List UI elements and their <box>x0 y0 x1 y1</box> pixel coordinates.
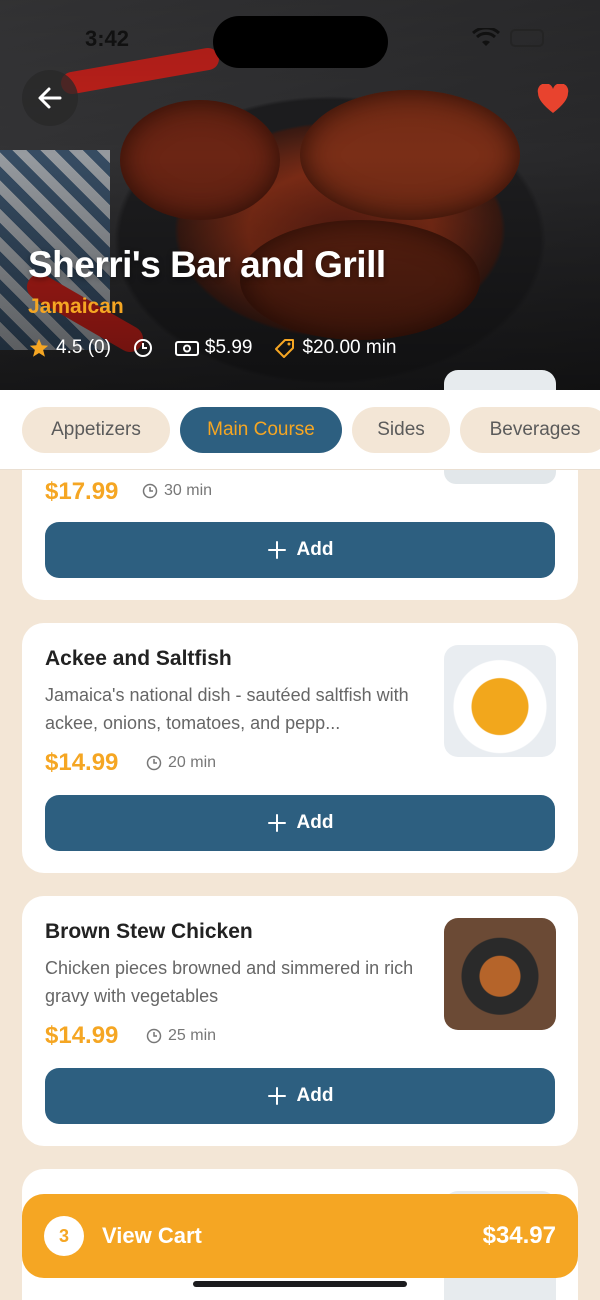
clock-icon <box>142 483 158 499</box>
cart-count-badge: 3 <box>44 1216 84 1256</box>
restaurant-meta: 4.5 (0) $5.99 $20.00 min <box>28 337 418 359</box>
add-button-label: Add <box>296 539 334 560</box>
battery-icon <box>510 29 544 47</box>
tab-appetizers[interactable]: Appetizers <box>22 407 170 453</box>
tab-beverages[interactable]: Beverages <box>460 407 600 453</box>
menu-item-description: Chicken pieces browned and simmered in r… <box>45 958 414 1006</box>
wifi-icon <box>472 28 500 46</box>
clock-icon <box>133 339 152 357</box>
favorite-button[interactable] <box>532 78 574 120</box>
status-icons <box>472 28 544 48</box>
menu-item-card: Ackee and Saltfish Jamaica's national di… <box>22 623 578 873</box>
restaurant-cuisine: Jamaican <box>28 295 124 318</box>
back-button[interactable] <box>22 70 78 126</box>
prep-time: 30 min <box>164 482 213 499</box>
add-button-label: Add <box>296 812 334 833</box>
rating-text: 4.5 (0) <box>56 337 111 358</box>
menu-item-image <box>444 645 556 757</box>
add-button[interactable]: Add <box>45 1068 555 1124</box>
plus-icon <box>267 1087 286 1105</box>
menu-item-title: Ackee and Saltfish <box>45 647 232 670</box>
prep-time: 25 min <box>168 1027 217 1044</box>
cart-label: View Cart <box>102 1223 202 1248</box>
heart-icon <box>537 84 569 113</box>
add-button[interactable]: Add <box>45 795 555 851</box>
restaurant-name: Sherri's Bar and Grill <box>28 244 386 285</box>
clock-icon <box>146 1028 162 1044</box>
cart-total: $34.97 <box>482 1222 556 1249</box>
dynamic-island <box>213 16 388 68</box>
plus-icon <box>267 814 286 832</box>
home-indicator <box>193 1281 407 1287</box>
minimum-order: $20.00 min <box>302 337 397 358</box>
tab-main-course[interactable]: Main Course <box>180 407 342 453</box>
plus-icon <box>267 541 286 559</box>
tag-icon <box>275 339 295 358</box>
delivery-fee: $5.99 <box>204 337 253 358</box>
clock-icon <box>146 755 162 771</box>
menu-item-price: $14.99 <box>45 749 119 776</box>
menu-item-image <box>444 918 556 1030</box>
star-icon <box>29 338 49 357</box>
add-button[interactable]: Add <box>45 522 555 578</box>
arrow-left-icon <box>38 87 62 109</box>
tab-sides[interactable]: Sides <box>352 407 450 453</box>
view-cart-button[interactable]: 3 View Cart $34.97 <box>22 1194 578 1278</box>
money-icon <box>174 341 199 356</box>
menu-item-card: Brown Stew Chicken Chicken pieces browne… <box>22 896 578 1146</box>
menu-item-description: Jamaica's national dish - sautéed saltfi… <box>45 685 409 733</box>
menu-item-price: $14.99 <box>45 1022 119 1049</box>
add-button-label: Add <box>296 1085 334 1106</box>
status-time: 3:42 <box>85 26 130 51</box>
menu-item-title: Brown Stew Chicken <box>45 920 253 943</box>
prep-time: 20 min <box>168 754 217 771</box>
menu-item-price: $17.99 <box>45 478 119 505</box>
